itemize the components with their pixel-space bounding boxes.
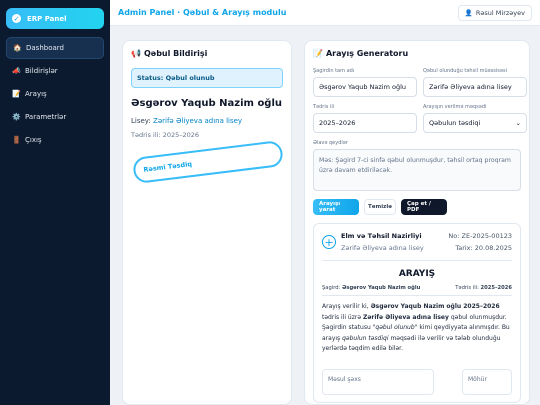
door-icon: 🚪: [12, 136, 21, 144]
purpose-value: Qəbulun təsdiqi: [429, 119, 481, 127]
sidebar-item-label: Parametrlər: [25, 113, 67, 121]
year-label: Tədris ili: [313, 104, 335, 110]
body-text: Arayış verilir ki,: [322, 303, 369, 310]
sidebar-item-dashboard[interactable]: 🏠 Dashboard: [6, 37, 104, 59]
seal-box: Möhür: [462, 368, 512, 395]
card-title: Qəbul Bildirişi: [143, 49, 208, 58]
purpose-select[interactable]: Qəbulun təsdiqi ⌄: [423, 113, 527, 133]
brand[interactable]: ✓ ERP Panel: [6, 8, 104, 29]
user-icon: 👤: [464, 8, 473, 17]
signature-box: Məsul şəxs: [322, 368, 434, 395]
school-input[interactable]: Zərifə Əliyeva adına lisey: [423, 77, 527, 97]
page-title: Admin Panel · Qəbul & Arayış modulu: [118, 8, 287, 17]
sidebar: ✓ ERP Panel 🏠 Dashboard 📣 Bildirişlər 📝 …: [0, 0, 110, 405]
sidebar-item-certificate[interactable]: 📝 Arayış: [6, 83, 104, 105]
certificate-preview: + Elm və Təhsil Nazirliyi Zərifə Əliyeva…: [313, 223, 521, 403]
emblem-icon: +: [322, 235, 336, 249]
sidebar-item-logout[interactable]: 🚪 Çıxış: [6, 129, 104, 151]
body-status: "qəbul olunub": [372, 324, 418, 331]
card-header: 📢 Qəbul Bildirişi: [131, 49, 283, 58]
action-buttons: Arayışı yarat Təmizlə Çap et / PDF: [313, 199, 521, 215]
doc-header: + Elm və Təhsil Nazirliyi Zərifə Əliyeva…: [322, 232, 512, 261]
official-stamp: Rəsmi Təsdiq: [131, 139, 285, 185]
sidebar-item-label: Dashboard: [26, 44, 64, 52]
signature-row: Məsul şəxs Möhür: [322, 368, 512, 395]
status-badge: Status: Qəbul olunub: [131, 68, 283, 88]
print-button[interactable]: Çap et / PDF: [401, 199, 447, 215]
body-purpose: qəbulun təsdiqi: [342, 334, 389, 342]
sidebar-item-label: Arayış: [25, 90, 47, 98]
chevron-down-icon: ⌄: [515, 119, 521, 127]
doc-date: Tarix: 20.08.2025: [455, 244, 512, 252]
doc-student-label: Şagird:: [322, 285, 341, 291]
school-label: Lisey:: [131, 117, 151, 125]
stamp-label: Rəsmi Təsdiq: [142, 160, 193, 174]
sidebar-item-settings[interactable]: ⚙️ Parametrlər: [6, 106, 104, 128]
doc-title: ARAYIŞ: [398, 269, 436, 279]
brand-label: ERP Panel: [27, 14, 67, 23]
megaphone-icon: 📢: [131, 49, 141, 58]
school-link[interactable]: Zərifə Əliyeva adına lisey: [153, 117, 242, 125]
year-input[interactable]: 2025–2026: [313, 113, 417, 133]
card-header: 📝 Arayış Generatoru: [313, 49, 521, 58]
student-name-input[interactable]: Əsgərov Yaqub Nazim oğlu: [313, 77, 417, 97]
school-label: Qəbul olunduğu təhsil müəssisəsi: [423, 68, 507, 74]
clear-button[interactable]: Təmizlə: [364, 199, 396, 215]
megaphone-icon: 📣: [12, 67, 21, 75]
doc-body: Arayış verilir ki, Əsgərov Yaqub Nazim o…: [322, 302, 512, 355]
student-name: Əsgərov Yaqub Nazim oğlu: [131, 98, 283, 109]
user-menu[interactable]: 👤 Rəsul Mirzəyev: [457, 4, 532, 21]
body-text: tədris ili üzrə: [322, 313, 362, 321]
doc-student-row: Şagird: Əsgərov Yaqub Nazim oğlu Tədris …: [322, 285, 512, 296]
topbar: Admin Panel · Qəbul & Arayış modulu 👤 Rə…: [110, 0, 540, 26]
name-label: Şagirdin tam adı: [313, 68, 355, 74]
card-title: Arayış Generatoru: [325, 49, 409, 58]
certificate-generator-card: 📝 Arayış Generatoru Şagirdin tam adı Əsg…: [304, 40, 530, 405]
org-name: Elm və Təhsil Nazirliyi: [341, 232, 422, 240]
memo-icon: 📝: [12, 90, 21, 98]
home-icon: 🏠: [13, 44, 22, 52]
admission-notice-card: 📢 Qəbul Bildirişi Status: Qəbul olunub Ə…: [122, 40, 292, 405]
gear-icon: ⚙️: [12, 113, 21, 121]
school-line: Lisey: Zərifə Əliyeva adına lisey: [131, 117, 283, 125]
memo-icon: 📝: [313, 49, 323, 58]
academic-year: Tədris ili: 2025–2026: [131, 131, 200, 139]
doc-student: Əsgərov Yaqub Nazim oğlu: [341, 285, 421, 291]
generate-button[interactable]: Arayışı yarat: [313, 199, 359, 215]
check-icon: ✓: [12, 14, 21, 23]
notes-label: Əlavə qeydlər: [313, 140, 348, 146]
doc-year: 2025–2026: [480, 285, 512, 291]
doc-year-label: Tədris ili:: [455, 285, 479, 291]
body-student: Əsgərov Yaqub Nazim oğlu 2025–2026: [370, 303, 500, 310]
doc-number: No: ZE-2025-00123: [448, 232, 512, 240]
body-school: Zərifə Əliyeva adına lisey: [362, 313, 449, 321]
user-name: Rəsul Mirzəyev: [475, 8, 525, 17]
org-sub: Zərifə Əliyeva adına lisey: [341, 244, 424, 252]
notes-textarea[interactable]: Məs: Şagird 7-ci sinfə qəbul olunmuşdur,…: [313, 149, 521, 191]
sidebar-item-label: Bildirişlər: [25, 67, 58, 75]
sidebar-item-notifications[interactable]: 📣 Bildirişlər: [6, 60, 104, 82]
form-grid: Şagirdin tam adı Əsgərov Yaqub Nazim oğl…: [313, 68, 527, 140]
purpose-label: Arayışın verilmə məqsədi: [423, 104, 487, 110]
sidebar-item-label: Çıxış: [25, 136, 42, 144]
